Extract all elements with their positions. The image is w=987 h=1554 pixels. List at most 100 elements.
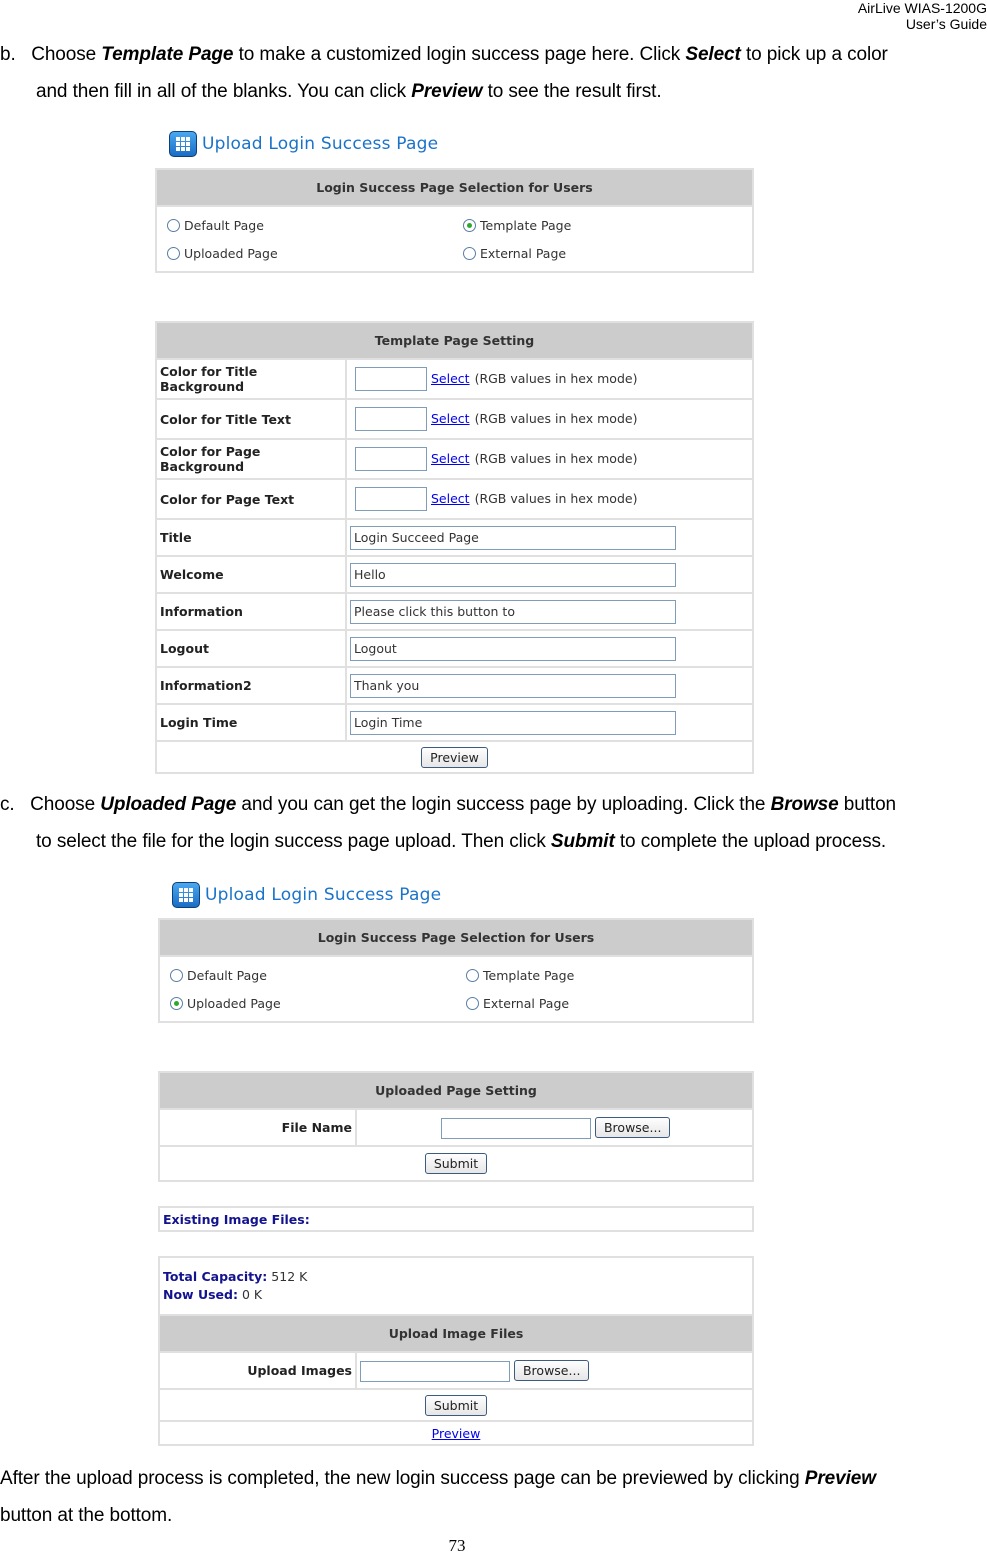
radio-label: External Page [480, 245, 567, 261]
submit-button[interactable]: Submit [424, 1153, 488, 1174]
page-number: 73 [448, 1536, 466, 1554]
paragraph-after-line2: button at the bottom. [0, 1499, 172, 1533]
radio-label: Uploaded Page [187, 995, 281, 1011]
grid-app-icon [172, 882, 200, 908]
panel-title-text: Upload Login Success Page [205, 885, 442, 905]
paragraph-c: c. Choose Uploaded Page and you can get … [0, 788, 896, 822]
emphasis: Submit [550, 831, 615, 852]
existing-files-table: Existing Image Files: [158, 1206, 754, 1232]
radio-default-page[interactable]: Default Page [160, 968, 456, 983]
text-row: Welcome [155, 555, 754, 594]
page-bg-color-input[interactable] [355, 447, 427, 471]
row-label: Color for Page Background [155, 438, 347, 480]
upload-images-label: Upload Images [158, 1351, 357, 1390]
welcome-input[interactable] [350, 562, 676, 587]
page-text-color-input[interactable] [355, 487, 427, 511]
login-time-input[interactable] [350, 710, 676, 735]
row-label: Color for Title Background [155, 358, 347, 400]
selection-table: Login Success Page Selection for Users D… [155, 168, 754, 273]
emphasis: Browse [770, 794, 839, 815]
emphasis: Preview [804, 1468, 876, 1489]
uploaded-setting-table: Uploaded Page Setting File Name Browse..… [158, 1071, 754, 1182]
selection-header: Login Success Page Selection for Users [155, 168, 754, 207]
panel-title-text: Upload Login Success Page [202, 134, 439, 154]
radio-selected-icon[interactable] [170, 996, 183, 1010]
text: button [838, 794, 897, 815]
logout-input[interactable] [350, 636, 676, 661]
information2-input[interactable] [350, 673, 676, 698]
row-label: Login Time [155, 703, 347, 742]
paragraph-b-line2: and then fill in all of the blanks. You … [36, 75, 662, 109]
text: Choose [31, 44, 102, 65]
preview-link[interactable]: Preview [432, 1426, 481, 1441]
select-color-link[interactable]: Select [431, 371, 470, 386]
radio-icon[interactable] [167, 218, 180, 232]
radio-uploaded-page[interactable]: Uploaded Page [157, 246, 453, 261]
emphasis: Preview [411, 81, 483, 102]
row-label: Information [155, 592, 347, 631]
title-input[interactable] [350, 525, 676, 550]
select-color-link[interactable]: Select [431, 411, 470, 426]
text-row: Information2 [155, 666, 754, 705]
now-used-value: 0 K [241, 1287, 263, 1302]
paragraph-c-line2: to select the file for the login success… [36, 825, 886, 859]
text-row: Logout [155, 629, 754, 668]
file-name-input[interactable] [441, 1117, 591, 1139]
text: and then fill in all of the blanks. You … [36, 81, 412, 102]
select-color-link[interactable]: Select [431, 491, 470, 506]
row-label: Color for Title Text [155, 398, 347, 440]
row-label: Welcome [155, 555, 347, 594]
screenshot-template-page: Upload Login Success Page Login Success … [155, 127, 754, 774]
color-row: Color for Page Text Select (RGB values in… [155, 478, 754, 520]
radio-label: Default Page [187, 967, 267, 983]
panel-title: Upload Login Success Page [158, 878, 754, 912]
text-row: Information [155, 592, 754, 631]
information-input[interactable] [350, 599, 676, 624]
radio-template-page[interactable]: Template Page [456, 968, 752, 983]
title-text-color-input[interactable] [355, 407, 427, 431]
submit-images-button[interactable]: Submit [424, 1394, 488, 1416]
upload-images-input[interactable] [360, 1360, 510, 1382]
radio-template-page[interactable]: Template Page [453, 218, 749, 233]
radio-label: Uploaded Page [184, 245, 278, 261]
paragraph-b: b. Choose Template Page to make a custom… [0, 38, 888, 72]
radio-label: Template Page [483, 967, 575, 983]
radio-label: Default Page [184, 217, 264, 233]
row-label: Information2 [155, 666, 347, 705]
radio-external-page[interactable]: External Page [453, 246, 749, 261]
select-color-link[interactable]: Select [431, 451, 470, 466]
row-label: Logout [155, 629, 347, 668]
radio-icon[interactable] [466, 968, 479, 982]
radio-icon[interactable] [167, 246, 180, 260]
color-row: Color for Page Background Select (RGB val… [155, 438, 754, 480]
radio-selected-icon[interactable] [463, 218, 476, 232]
text: After the upload process is completed, t… [0, 1468, 805, 1489]
radio-icon[interactable] [466, 996, 479, 1010]
title-bg-color-input[interactable] [355, 367, 427, 391]
product-name: AirLive WIAS-1200G [857, 0, 987, 16]
radio-uploaded-page[interactable]: Uploaded Page [160, 996, 456, 1011]
uploaded-setting-header: Uploaded Page Setting [158, 1071, 754, 1110]
text: to see the result first. [482, 81, 662, 102]
hint-text: (RGB values in hex mode) [474, 370, 638, 386]
text-row: Title [155, 518, 754, 557]
radio-icon[interactable] [463, 246, 476, 260]
list-marker: b. [0, 44, 16, 65]
text: Choose [30, 794, 101, 815]
text: button at the bottom. [0, 1505, 173, 1526]
color-row: Color for Title Background Select (RGB va… [155, 358, 754, 400]
panel-title: Upload Login Success Page [155, 127, 754, 161]
preview-button[interactable]: Preview [421, 746, 488, 768]
list-marker: c. [0, 794, 15, 815]
radio-icon[interactable] [170, 968, 183, 982]
browse-images-button[interactable]: Browse... [513, 1359, 590, 1381]
text: to complete the upload process. [614, 831, 887, 852]
radio-default-page[interactable]: Default Page [157, 218, 453, 233]
screenshot-uploaded-page: Upload Login Success Page Login Success … [158, 878, 754, 1446]
text: and you can get the login success page b… [236, 794, 771, 815]
upload-image-files-header: Upload Image Files [158, 1314, 754, 1353]
browse-button[interactable]: Browse... [594, 1116, 671, 1138]
radio-external-page[interactable]: External Page [456, 996, 752, 1011]
hint-text: (RGB values in hex mode) [474, 450, 638, 466]
emphasis: Select [685, 44, 741, 65]
